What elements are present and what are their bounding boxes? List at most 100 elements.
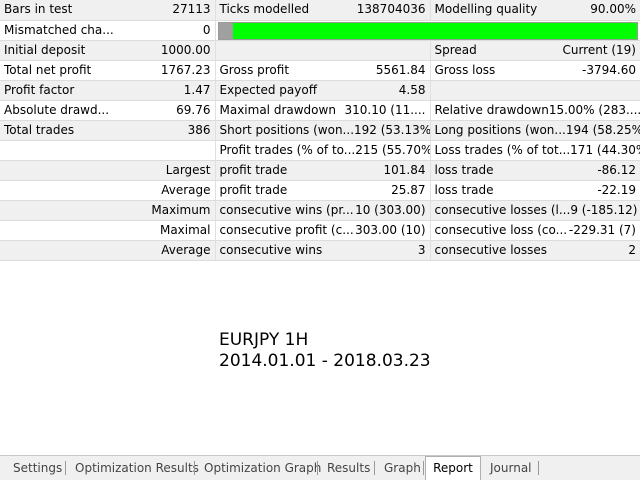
report-row: Bars in test 27113 Ticks modelled 13870403… — [0, 0, 640, 21]
trades-cell: Total trades 386 — [0, 120, 216, 141]
absdd-label: Absolute drawd... — [4, 102, 110, 117]
max-consec-wins-cell: consecutive wins (pr... 10 (303.00) — [215, 200, 431, 221]
average-profit-label: profit trade — [219, 182, 288, 197]
report-row: Average consecutive wins 3 consecutive lo… — [0, 240, 640, 261]
empty-cell — [215, 40, 431, 61]
largest-prefix: Largest — [0, 160, 216, 181]
largest-loss-value: -86.12 — [597, 162, 636, 177]
tab-graph[interactable]: Graph — [384, 458, 421, 478]
netprofit-cell: Total net profit 1767.23 — [0, 60, 216, 81]
deposit-label: Initial deposit — [4, 42, 86, 57]
largest-profit-cell: profit trade 101.84 — [215, 160, 431, 181]
maximal-prefix: Maximal — [0, 220, 216, 241]
tab-optimization-results[interactable]: Optimization Results — [75, 458, 199, 478]
report-row: Average profit trade 25.87 loss trade -22.… — [0, 180, 640, 201]
report-table: Bars in test 27113 Ticks modelled 13870403… — [0, 0, 640, 261]
maximal-consec-profit-label: consecutive profit (c... — [219, 222, 354, 237]
report-row: Largest profit trade 101.84 loss trade -86… — [0, 160, 640, 181]
pf-label: Profit factor — [4, 82, 75, 97]
maximal-consec-profit-cell: consecutive profit (c... 303.00 (10) — [215, 220, 431, 241]
average-loss-label: loss trade — [434, 182, 494, 197]
quality-cell: Modelling quality 90.00% — [430, 0, 640, 21]
largest-loss-label: loss trade — [434, 162, 494, 177]
maximum-prefix: Maximum — [0, 200, 216, 221]
avg-consec-losses-label: consecutive losses — [434, 242, 548, 257]
report-row: Total trades 386 Short positions (won... 1… — [0, 120, 640, 141]
report-row: Maximum consecutive wins (pr... 10 (303.0… — [0, 200, 640, 221]
average-profit-value: 25.87 — [391, 182, 426, 197]
quality-bar-empty — [218, 22, 233, 39]
report-row: Profit trades (% of to... 215 (55.70%) Lo… — [0, 140, 640, 161]
trades-value: 386 — [187, 122, 211, 137]
short-cell: Short positions (won... 192 (53.13%) — [215, 120, 431, 141]
maxdd-value: 310.10 (11.... — [344, 102, 426, 117]
avg-consec-wins-label: consecutive wins — [219, 242, 323, 257]
absdd-value: 69.76 — [176, 102, 211, 117]
average-prefix: Average — [0, 180, 216, 201]
ltrades-cell: Loss trades (% of tot...171 (44.30%) — [430, 140, 640, 161]
maximal-consec-loss-label: consecutive loss (co... — [434, 222, 568, 237]
tab-results[interactable]: Results — [327, 458, 370, 478]
payoff-cell: Expected payoff 4.58 — [215, 80, 431, 101]
maximal-consec-profit-value: 303.00 (10) — [355, 222, 426, 237]
mismatch-cell: Mismatched cha... 0 — [0, 20, 216, 41]
tab-optimization-graph[interactable]: Optimization Graph — [204, 458, 321, 478]
grossloss-label: Gross loss — [434, 62, 496, 77]
maximal-consec-loss-cell: consecutive loss (co... -229.31 (7) — [430, 220, 640, 241]
spread-value: Current (19) — [562, 42, 636, 57]
tab-divider — [538, 461, 539, 475]
report-row: Absolute drawd... 69.76 Maximal drawdown 3… — [0, 100, 640, 121]
quality-label: Modelling quality — [434, 2, 538, 17]
modelling-quality-bar — [217, 21, 638, 39]
long-cell: Long positions (won... 194 (58.25%) — [430, 120, 640, 141]
largest-profit-value: 101.84 — [383, 162, 426, 177]
tab-divider — [194, 461, 195, 475]
average-consec-prefix: Average — [0, 240, 216, 261]
report-caption: EURJPY 1H 2014.01.01 - 2018.03.23 — [219, 330, 431, 372]
largest-profit-label: profit trade — [219, 162, 288, 177]
tab-report[interactable]: Report — [425, 456, 481, 480]
payoff-value: 4.58 — [398, 82, 426, 97]
netprofit-label: Total net profit — [4, 62, 92, 77]
tab-divider — [374, 461, 375, 475]
avg-consec-wins-value: 3 — [417, 242, 426, 257]
grossprofit-cell: Gross profit 5561.84 — [215, 60, 431, 81]
grossloss-value: -3794.60 — [582, 62, 636, 77]
grossprofit-label: Gross profit — [219, 62, 290, 77]
reldd-cell: Relative drawdown 15.00% (283.... — [430, 100, 640, 121]
grossprofit-value: 5561.84 — [375, 62, 426, 77]
long-value: 194 (58.25%) — [565, 122, 640, 137]
spread-cell: Spread Current (19) — [430, 40, 640, 61]
bars-cell: Bars in test 27113 — [0, 0, 216, 21]
date-range: 2014.01.01 - 2018.03.23 — [219, 351, 431, 371]
empty-cell — [0, 140, 216, 161]
bars-label: Bars in test — [4, 2, 73, 17]
pf-cell: Profit factor 1.47 — [0, 80, 216, 101]
tab-journal[interactable]: Journal — [490, 458, 532, 478]
max-consec-wins-value: 10 (303.00) — [355, 202, 426, 217]
tab-settings[interactable]: Settings — [13, 458, 62, 478]
long-label: Long positions (won... — [434, 122, 566, 137]
report-row: Total net profit 1767.23 Gross profit 5561… — [0, 60, 640, 81]
quality-value: 90.00% — [590, 2, 636, 17]
ticks-value: 138704036 — [356, 2, 426, 17]
maxdd-label: Maximal drawdown — [219, 102, 336, 117]
max-consec-losses-cell: consecutive losses (l... 9 (-185.12) — [430, 200, 640, 221]
short-label: Short positions (won... — [219, 122, 355, 137]
mismatch-value: 0 — [202, 22, 211, 37]
grossloss-cell: Gross loss -3794.60 — [430, 60, 640, 81]
netprofit-value: 1767.23 — [160, 62, 211, 77]
tab-divider — [317, 461, 318, 475]
pf-value: 1.47 — [183, 82, 211, 97]
symbol-period: EURJPY 1H — [219, 330, 309, 350]
max-consec-wins-label: consecutive wins (pr... — [219, 202, 354, 217]
average-loss-value: -22.19 — [597, 182, 636, 197]
ticks-label: Ticks modelled — [219, 2, 310, 17]
max-consec-losses-value: 9 (-185.12) — [570, 202, 638, 217]
ptrades-value: 215 (55.70%) — [355, 142, 430, 157]
trades-label: Total trades — [4, 122, 75, 137]
maxdd-cell: Maximal drawdown 310.10 (11.... — [215, 100, 431, 121]
avg-consec-losses-cell: consecutive losses 2 — [430, 240, 640, 261]
short-value: 192 (53.13%) — [354, 122, 430, 137]
deposit-value: 1000.00 — [160, 42, 211, 57]
